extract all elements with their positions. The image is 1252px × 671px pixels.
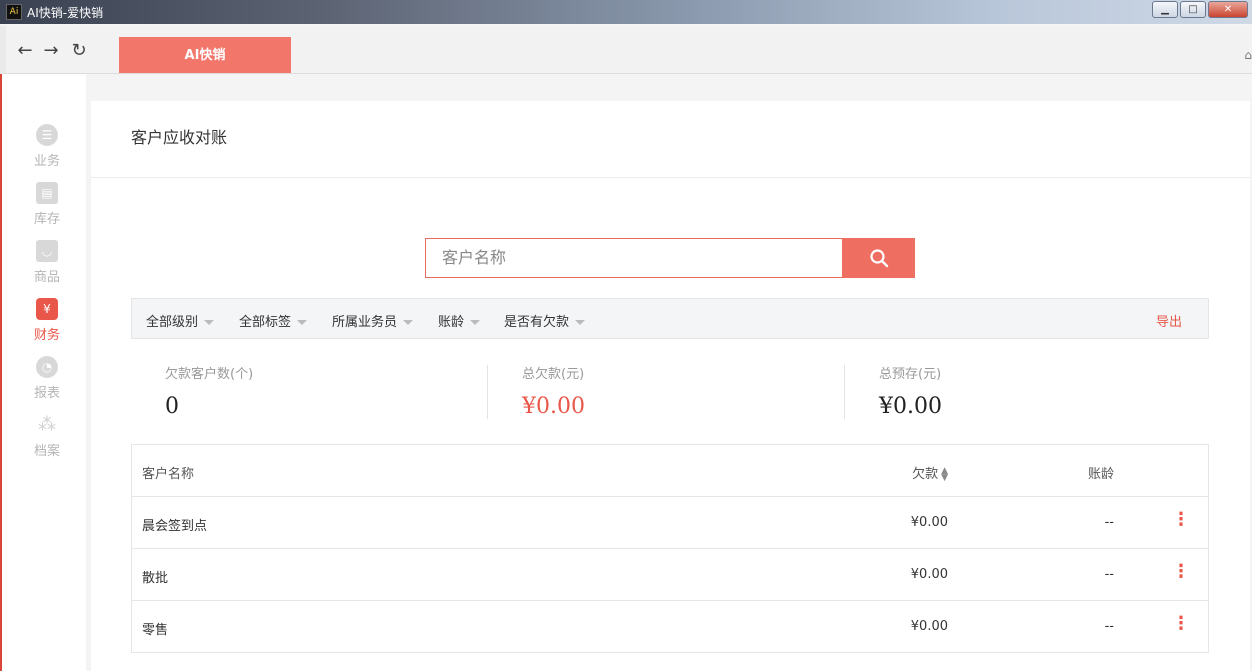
column-header-name: 客户名称 <box>142 467 195 482</box>
column-header-debt[interactable]: 欠款 ▲ ▼ <box>912 463 948 482</box>
more-options-icon[interactable]: ⋮ <box>1172 563 1190 581</box>
filter-level-dropdown[interactable]: 全部级别 <box>146 311 215 330</box>
search-bar: 客户名称 <box>425 238 915 278</box>
stat-label: 欠款客户数(个) <box>165 367 254 382</box>
column-header-label: 欠款 <box>912 467 939 482</box>
sidebar-item-label: 财务 <box>33 328 60 343</box>
stat-total-prepaid: 总预存(元) ¥0.00 <box>845 363 1202 419</box>
window-menu-icon[interactable]: ⌂ <box>1244 48 1252 62</box>
list-icon: ☰ <box>36 124 58 146</box>
customer-name: 零售 <box>142 623 169 638</box>
filter-label: 是否有欠款 <box>504 315 570 330</box>
filter-label: 账龄 <box>438 315 465 330</box>
close-icon[interactable]: ✕ <box>1208 1 1248 18</box>
window-title: AI快销-爱快销 <box>27 6 104 20</box>
filter-aging-dropdown[interactable]: 账龄 <box>438 311 481 330</box>
column-header-aging: 账龄 <box>1087 467 1114 482</box>
stat-value: ¥0.00 <box>522 394 585 419</box>
product-icon: ◡ <box>36 240 58 262</box>
sidebar-item-label: 报表 <box>33 386 60 401</box>
left-accent-bar <box>0 74 8 671</box>
pie-chart-icon: ◔ <box>36 356 58 378</box>
forward-arrow-icon[interactable]: → <box>40 40 62 61</box>
aging-value: -- <box>1104 619 1114 634</box>
stat-debt-customers: 欠款客户数(个) 0 <box>131 363 488 419</box>
search-input[interactable]: 客户名称 <box>425 238 843 278</box>
filter-bar: 全部级别 全部标签 所属业务员 账龄 是否有欠款 导出 <box>131 298 1209 339</box>
maximize-icon[interactable]: □ <box>1180 1 1206 18</box>
sidebar: ☰ 业务 ▤ 库存 ◡ 商品 ¥ 财务 ◔ 报表 ⁂ 档案 <box>8 74 86 671</box>
filter-has-debt-dropdown[interactable]: 是否有欠款 <box>504 311 586 330</box>
aging-value: -- <box>1104 515 1114 530</box>
sidebar-item-business[interactable]: ☰ 业务 <box>8 124 86 169</box>
main-panel: 客户应收对账 客户名称 全部级别 全部标签 所属业务员 账龄 是否有欠款 导出 … <box>91 101 1250 671</box>
customer-name: 散批 <box>142 571 169 586</box>
table-row[interactable]: 零售 ¥0.00 -- ⋮ <box>132 601 1208 653</box>
filter-label: 全部级别 <box>146 315 199 330</box>
sidebar-item-label: 业务 <box>33 154 60 169</box>
aging-value: -- <box>1104 567 1114 582</box>
search-button[interactable] <box>842 238 915 278</box>
stat-value: ¥0.00 <box>879 394 942 419</box>
caret-down-icon <box>575 320 586 325</box>
filter-tag-dropdown[interactable]: 全部标签 <box>239 311 308 330</box>
app-logo-icon: Ai <box>6 4 22 20</box>
stat-label: 总欠款(元) <box>522 367 585 382</box>
archive-icon: ⁂ <box>38 414 56 435</box>
debt-amount: ¥0.00 <box>910 619 948 634</box>
back-arrow-icon[interactable]: ← <box>14 40 36 61</box>
filter-label: 所属业务员 <box>332 315 398 330</box>
sidebar-item-products[interactable]: ◡ 商品 <box>8 240 86 285</box>
sidebar-item-label: 库存 <box>33 212 60 227</box>
filter-label: 全部标签 <box>239 315 292 330</box>
customer-name: 晨会签到点 <box>142 519 208 534</box>
caret-down-icon <box>403 320 414 325</box>
reload-icon[interactable]: ↻ <box>68 40 90 61</box>
table-row[interactable]: 晨会签到点 ¥0.00 -- ⋮ <box>132 497 1208 549</box>
sidebar-item-reports[interactable]: ◔ 报表 <box>8 356 86 401</box>
stat-label: 总预存(元) <box>879 367 942 382</box>
caret-down-icon <box>297 320 308 325</box>
sort-icon[interactable]: ▲ ▼ <box>941 466 948 482</box>
receivables-table: 客户名称 欠款 ▲ ▼ 账龄 晨会签到点 ¥0.00 -- ⋮ 散批 ¥0.00 -… <box>131 444 1209 653</box>
sidebar-item-label: 档案 <box>33 444 60 459</box>
table-row[interactable]: 散批 ¥0.00 -- ⋮ <box>132 549 1208 601</box>
filter-salesman-dropdown[interactable]: 所属业务员 <box>332 311 414 330</box>
search-icon <box>869 249 888 268</box>
stats-summary: 欠款客户数(个) 0 总欠款(元) ¥0.00 总预存(元) ¥0.00 <box>131 363 1209 421</box>
sidebar-item-label: 商品 <box>33 270 60 285</box>
debt-amount: ¥0.00 <box>910 567 948 582</box>
sidebar-item-finance[interactable]: ¥ 财务 <box>8 298 86 343</box>
caret-down-icon <box>204 320 215 325</box>
table-header-row: 客户名称 欠款 ▲ ▼ 账龄 <box>132 445 1208 497</box>
more-options-icon[interactable]: ⋮ <box>1172 615 1190 633</box>
tab-ai-kuaixiao[interactable]: AI快销 <box>119 37 291 73</box>
page-title: 客户应收对账 <box>91 101 1250 178</box>
caret-down-icon <box>470 320 481 325</box>
stat-total-debt: 总欠款(元) ¥0.00 <box>488 363 845 419</box>
window-title-bar: Ai AI快销-爱快销 ▁ □ ✕ <box>0 0 1252 24</box>
sidebar-item-inventory[interactable]: ▤ 库存 <box>8 182 86 227</box>
minimize-icon[interactable]: ▁ <box>1152 1 1178 18</box>
more-options-icon[interactable]: ⋮ <box>1172 511 1190 529</box>
finance-icon: ¥ <box>36 298 58 320</box>
stat-value: 0 <box>165 394 179 419</box>
sidebar-item-archive[interactable]: ⁂ 档案 <box>8 414 86 459</box>
window-controls: ▁ □ ✕ <box>1152 1 1248 18</box>
export-button[interactable]: 导出 <box>1156 311 1182 330</box>
inventory-icon: ▤ <box>36 182 58 204</box>
debt-amount: ¥0.00 <box>910 515 948 530</box>
browser-toolbar: ← → ↻ AI快销 ⌂ <box>0 26 1252 74</box>
